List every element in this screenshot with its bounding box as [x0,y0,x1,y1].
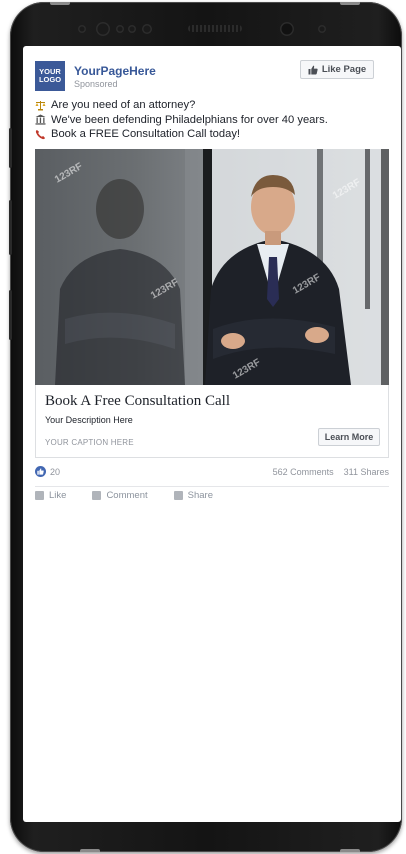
light-sensor [116,25,124,33]
like-icon [35,490,44,500]
share-icon [173,490,183,500]
light-sensor [128,25,136,33]
action-label: Like [49,490,67,500]
iris-scanner [96,22,110,36]
sensor [142,24,152,34]
businessman-photo: 123RF 123RF 123RF 123RF 123RF [35,149,389,385]
ad-caption: YOUR CAPTION HERE [45,438,134,447]
likes-count: 20 [50,466,61,477]
shares-count[interactable]: 311 Shares [344,467,389,477]
proximity-sensor [78,25,86,33]
learn-more-button[interactable]: Learn More [318,428,380,446]
like-action-button[interactable]: Like [35,490,66,500]
like-reaction-icon [35,466,46,477]
engagement-counts: 562 Comments 311 Shares [273,467,389,477]
link-preview[interactable]: Book A Free Consultation Call Your Descr… [35,385,389,458]
bixby-button [9,290,12,340]
like-page-label: Like Page [321,64,367,75]
phone-edge-marker [340,2,360,5]
post-text-line: Are you need of an attorney? [35,98,328,113]
earpiece-speaker [188,25,242,32]
ad-description: Your Description Here [45,415,133,425]
share-action-button[interactable]: Share [173,490,213,500]
comment-action-button[interactable]: Comment [92,490,148,500]
thumbs-up-icon [308,65,318,74]
ad-headline[interactable]: Book A Free Consultation Call [45,393,230,410]
action-label: Share [187,490,213,500]
post-text-line: We've been defending Philadelphians for … [35,113,328,128]
divider [35,486,389,487]
comment-icon [92,490,102,500]
sponsored-label: Sponsored [74,79,118,89]
classical-building-icon [35,114,46,125]
post-line-text: Book a FREE Consultation Call today! [51,128,241,140]
front-camera [280,22,294,36]
sensor [318,25,326,33]
like-page-button[interactable]: Like Page [300,60,374,79]
post-line-text: Are you need of an attorney? [51,99,196,111]
phone-edge-marker [340,849,360,852]
thumbs-up-icon [37,468,44,475]
post-text: Are you need of an attorney? We've been … [35,98,328,142]
volume-button [9,200,12,255]
comments-count[interactable]: 562 Comments [273,467,334,477]
post-line-text: We've been defending Philadelphians for … [51,113,328,126]
telephone-icon [35,129,45,139]
scales-of-justice-icon [35,100,46,111]
post-actions: Like Comment Share [35,490,389,500]
logo-text: LOGO [38,75,62,84]
post-text-line: Book a FREE Consultation Call today! [35,127,328,142]
phone-screen: YOUR LOGO YourPageHere Sponsored Like Pa… [23,46,401,822]
reaction-count[interactable]: 20 [35,466,60,477]
page-logo[interactable]: YOUR LOGO [35,61,65,91]
volume-button [9,128,12,168]
action-label: Comment [106,490,148,500]
page-name-link[interactable]: YourPageHere [74,64,156,78]
ad-image[interactable]: 123RF 123RF 123RF 123RF 123RF [35,149,389,385]
phone-edge-marker [50,2,70,5]
phone-edge-marker [80,849,100,852]
